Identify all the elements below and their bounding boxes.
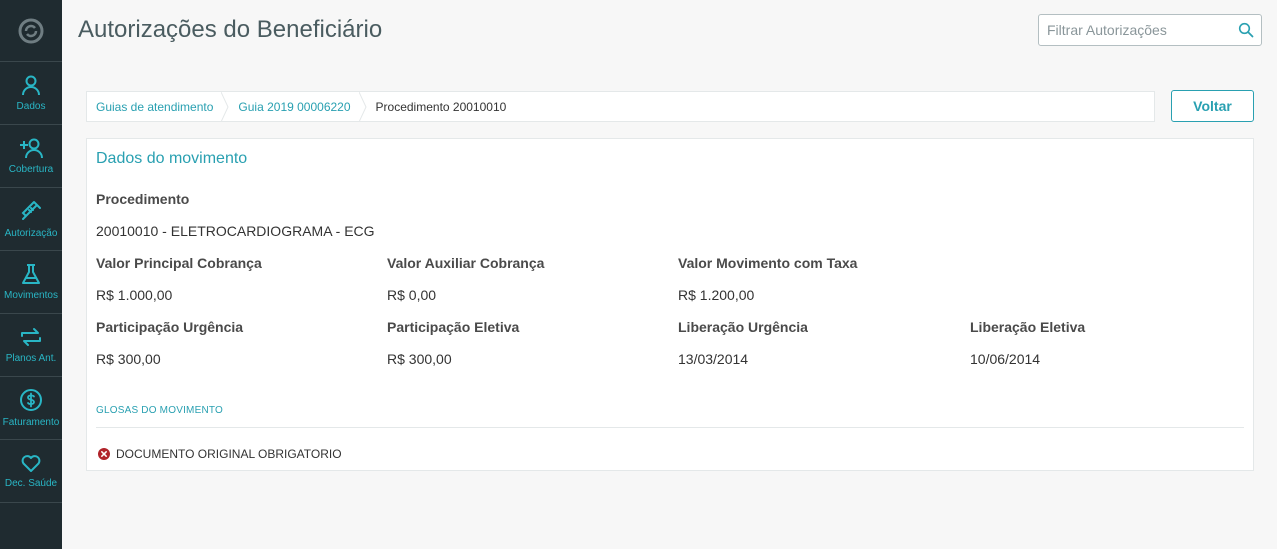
field-value: R$ 300,00 bbox=[387, 351, 452, 367]
field-label: Participação Urgência bbox=[96, 319, 244, 335]
movement-details-card: Dados do movimento Procedimento 20010010… bbox=[86, 138, 1254, 471]
sidebar-item-faturamento[interactable]: Faturamento bbox=[0, 377, 62, 440]
error-circle-icon bbox=[98, 448, 110, 460]
sidebar-item-label: Dados bbox=[16, 101, 46, 112]
sidebar-item-label: Cobertura bbox=[8, 164, 54, 175]
field-participacao-urgencia: Participação Urgência R$ 300,00 bbox=[96, 319, 244, 367]
breadcrumb-current: Procedimento 20010010 bbox=[375, 99, 507, 114]
field-label: Valor Principal Cobrança bbox=[96, 255, 262, 271]
sidebar-item-label: Planos Ant. bbox=[5, 353, 57, 364]
sidebar-item-dados[interactable]: Dados bbox=[0, 62, 62, 125]
breadcrumb-item: Procedimento 20010010 bbox=[367, 92, 507, 121]
field-label: Liberação Urgência bbox=[678, 319, 808, 335]
field-value: 10/06/2014 bbox=[970, 351, 1041, 367]
swap-arrows-icon bbox=[21, 328, 41, 346]
field-valor-principal: Valor Principal Cobrança R$ 1.000,00 bbox=[96, 255, 262, 303]
heart-icon bbox=[21, 455, 41, 472]
syringe-icon bbox=[21, 201, 41, 220]
field-value: 20010010 - ELETROCARDIOGRAMA - ECG bbox=[96, 223, 375, 239]
field-value: R$ 300,00 bbox=[96, 351, 161, 367]
field-liberacao-urgencia: Liberação Urgência 13/03/2014 bbox=[678, 319, 808, 367]
sidebar-item-planos-ant[interactable]: Planos Ant. bbox=[0, 314, 62, 377]
field-value: R$ 1.200,00 bbox=[678, 287, 755, 303]
glosa-text: DOCUMENTO ORIGINAL OBRIGATORIO bbox=[116, 447, 342, 461]
sidebar-item-label: Movimentos bbox=[4, 290, 58, 301]
field-label: Valor Auxiliar Cobrança bbox=[387, 255, 545, 271]
search-box bbox=[1038, 14, 1262, 46]
sidebar-item-movimentos[interactable]: Movimentos bbox=[0, 251, 62, 314]
field-label: Valor Movimento com Taxa bbox=[678, 255, 858, 271]
sidebar-item-label: Dec. Saúde bbox=[4, 478, 58, 489]
breadcrumb-item: Guia 2019 00006220 bbox=[229, 91, 367, 122]
back-button[interactable]: Voltar bbox=[1171, 90, 1254, 122]
sidebar-item-dec-saude[interactable]: Dec. Saúde bbox=[0, 440, 62, 503]
field-value: 13/03/2014 bbox=[678, 351, 749, 367]
card-title: Dados do movimento bbox=[96, 150, 248, 167]
sidebar-item-autorizacao[interactable]: Autorização bbox=[0, 188, 62, 251]
sidebar: Dados Cobertura Autorização Movimentos P… bbox=[0, 0, 62, 549]
field-value: R$ 1.000,00 bbox=[96, 287, 173, 303]
sidebar-item-cobertura[interactable]: Cobertura bbox=[0, 125, 62, 188]
dollar-icon bbox=[20, 389, 42, 411]
field-label: Liberação Eletiva bbox=[970, 319, 1086, 335]
sidebar-item-label: Faturamento bbox=[2, 417, 60, 428]
breadcrumb-item: Guias de atendimento bbox=[87, 91, 229, 122]
glosas-section-title: GLOSAS DO MOVIMENTO bbox=[96, 405, 223, 416]
sidebar-item-label: Autorização bbox=[4, 228, 58, 239]
flask-icon bbox=[22, 264, 40, 284]
breadcrumb-separator-icon bbox=[221, 91, 229, 122]
field-participacao-eletiva: Participação Eletiva R$ 300,00 bbox=[387, 319, 520, 367]
field-procedimento: Procedimento 20010010 - ELETROCARDIOGRAM… bbox=[96, 191, 375, 239]
search-input[interactable] bbox=[1039, 15, 1231, 45]
user-icon bbox=[22, 75, 40, 96]
field-value: R$ 0,00 bbox=[387, 287, 437, 303]
page-title: Autorizações do Beneficiário bbox=[78, 16, 383, 43]
field-label: Procedimento bbox=[96, 191, 190, 207]
section-divider bbox=[96, 427, 1244, 428]
breadcrumb: Guias de atendimento Guia 2019 00006220 … bbox=[86, 91, 1155, 122]
add-user-icon bbox=[20, 138, 43, 159]
field-label: Participação Eletiva bbox=[387, 319, 520, 335]
search-icon[interactable] bbox=[1231, 22, 1261, 38]
list-item: DOCUMENTO ORIGINAL OBRIGATORIO bbox=[98, 447, 342, 461]
field-valor-auxiliar: Valor Auxiliar Cobrança R$ 0,00 bbox=[387, 255, 545, 303]
logo-icon bbox=[18, 18, 44, 43]
field-valor-movimento-taxa: Valor Movimento com Taxa R$ 1.200,00 bbox=[678, 255, 858, 303]
breadcrumb-separator-icon bbox=[358, 91, 367, 122]
field-liberacao-eletiva: Liberação Eletiva 10/06/2014 bbox=[970, 319, 1086, 367]
breadcrumb-link-guias[interactable]: Guias de atendimento bbox=[96, 100, 213, 114]
breadcrumb-link-guia[interactable]: Guia 2019 00006220 bbox=[238, 100, 350, 114]
app-logo[interactable] bbox=[0, 0, 62, 62]
